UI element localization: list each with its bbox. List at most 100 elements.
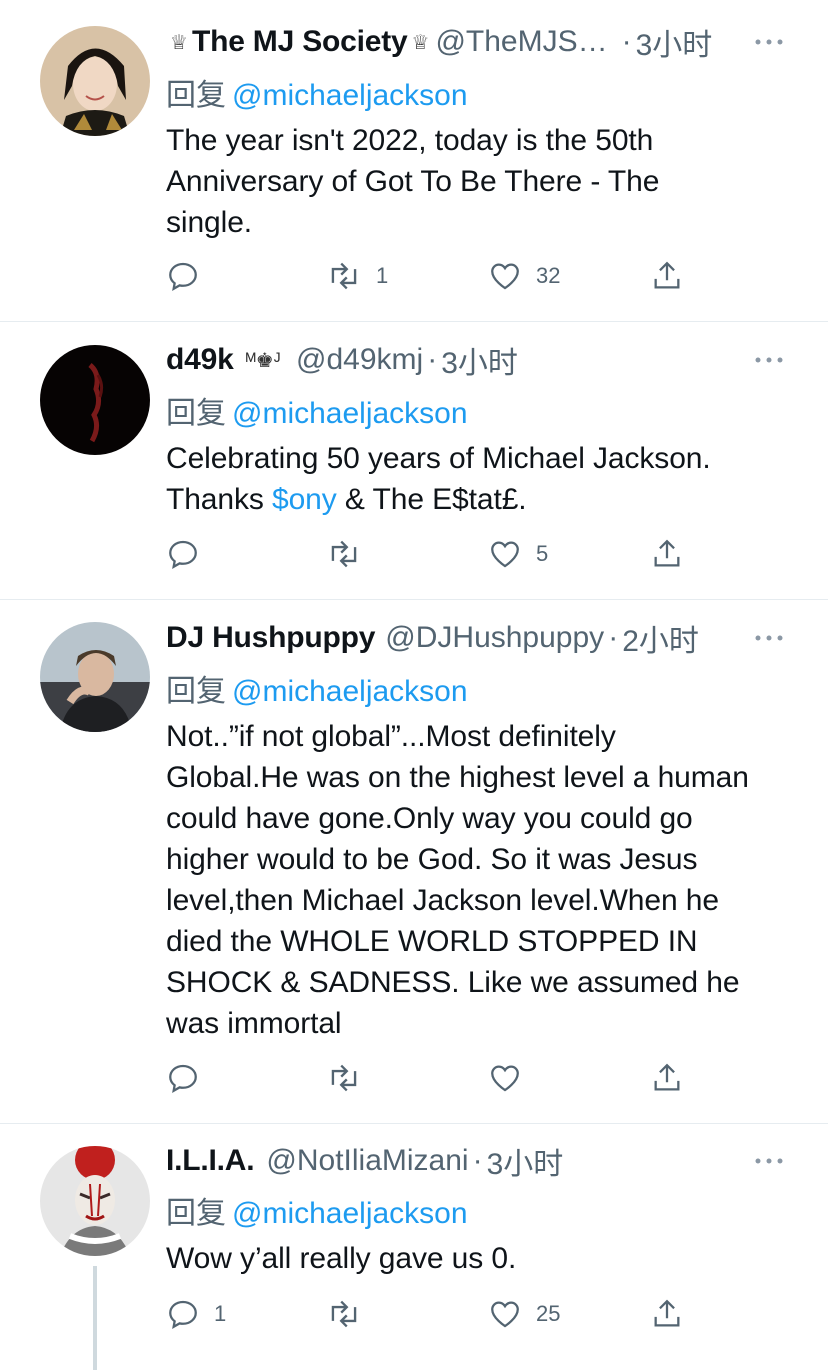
replying-to: 回复 @michaeljackson [166,70,468,114]
more-horizontal-icon[interactable] [754,32,784,52]
mention-link[interactable]: @michaeljackson [232,397,468,430]
avatar[interactable] [40,345,150,455]
share-icon [654,261,680,289]
share-button[interactable] [650,1058,684,1098]
tweet-text-line: The year isn't 2022, today is the 50th [166,124,654,157]
display-name[interactable]: d49k [166,343,234,377]
avatar[interactable] [40,26,150,136]
tweet[interactable]: ♕ The MJ Society ♕ @TheMJS… · 3小时 回复 @mic… [0,0,828,322]
tweet-text-line: Thanks $ony & The E$tat£. [166,479,796,520]
tweet-text-line: level,then Michael Jackson level.When he [166,884,719,917]
text-fragment: Thanks [166,483,273,516]
timestamp[interactable]: 2小时 [622,618,699,658]
crown-badge-right: ᴹ♚ᴶ [245,349,281,372]
retweet-icon [331,540,357,568]
display-name[interactable]: DJ Hushpuppy [166,621,375,655]
tweet[interactable]: I.L.I.A. @NotIliaMizani · 3小时 回复 @michael… [0,1124,828,1370]
retweet-count: 1 [376,263,389,288]
retweet-icon [331,1064,357,1092]
cashtag-link[interactable]: $ony [272,483,337,516]
like-button[interactable]: 25 [488,1294,560,1334]
separator-dot: · [621,25,632,58]
avatar[interactable] [40,622,150,732]
timestamp[interactable]: 3小时 [441,340,518,380]
user-handle[interactable]: @NotIliaMizani [266,1144,468,1178]
retweet-button[interactable] [326,1294,376,1334]
share-icon [654,1299,680,1327]
share-icon [654,539,680,567]
more-horizontal-icon[interactable] [754,1151,784,1171]
like-count: 5 [536,541,549,566]
share-icon [654,1063,680,1091]
reply-count: 1 [214,1301,227,1326]
reply-button[interactable] [166,256,214,296]
tweet-actions: 5 [166,534,706,574]
retweet-button[interactable] [326,1058,376,1098]
tweet-text-line: single. [166,206,253,239]
tweet-text-line: could have gone.Only way you could go [166,802,693,835]
more-horizontal-icon[interactable] [754,350,784,370]
tweet-text-line: higher would to be God. So it was Jesus [166,843,698,876]
separator-dot: · [472,1144,483,1177]
reply-icon [169,1300,197,1329]
more-horizontal-icon[interactable] [754,628,784,648]
reply-prefix: 回复 [166,397,226,430]
timestamp[interactable]: 3小时 [487,1141,564,1181]
share-button[interactable] [650,1294,684,1334]
replying-to: 回复 @michaeljackson [166,1188,468,1232]
tweet-header: DJ Hushpuppy @DJHushpuppy · 2小时 [166,618,768,658]
user-handle[interactable]: @d49kmj [296,343,423,377]
thread-connector [93,1266,97,1370]
like-button[interactable]: 32 [488,256,560,296]
reply-button[interactable]: 1 [166,1294,226,1334]
crown-badge-right: ♕ [411,31,430,54]
tweet-actions [166,1058,706,1098]
reply-icon [169,262,197,291]
tweet-header: I.L.I.A. @NotIliaMizani · 3小时 [166,1141,768,1181]
tweet-text-line: Not..”if not global”...Most definitely [166,720,616,753]
share-button[interactable] [650,534,684,574]
heart-icon [491,263,519,290]
reply-icon [169,1064,197,1093]
display-name[interactable]: I.L.I.A. [166,1144,255,1178]
replying-to: 回复 @michaeljackson [166,388,468,432]
tweet-text: Celebrating 50 years of Michael Jackson.… [166,438,796,520]
retweet-button[interactable]: 1 [326,256,388,296]
like-count: 25 [536,1301,561,1326]
text-fragment: & The E$tat£. [336,483,527,516]
reply-prefix: 回复 [166,79,226,112]
reply-icon [169,540,197,569]
heart-icon [491,1301,519,1328]
user-handle[interactable]: @TheMJS… [435,25,607,59]
mention-link[interactable]: @michaeljackson [232,79,468,112]
tweet-actions: 1 25 [166,1294,706,1334]
replying-to: 回复 @michaeljackson [166,666,468,710]
tweet-text-line: died the WHOLE WORLD STOPPED IN [166,925,698,958]
reply-button[interactable] [166,1058,214,1098]
like-button[interactable]: 5 [488,534,548,574]
tweet[interactable]: d49k ᴹ♚ᴶ @d49kmj · 3小时 回复 @michaeljackson… [0,322,828,600]
share-button[interactable] [650,256,684,296]
tweet[interactable]: DJ Hushpuppy @DJHushpuppy · 2小时 回复 @micha… [0,600,828,1124]
tweet-text-line: Anniversary of Got To Be There - The [166,165,660,198]
timestamp[interactable]: 3小时 [636,22,713,62]
tweet-actions: 1 32 [166,256,706,296]
tweet-text-line: Global.He was on the highest level a hum… [166,761,749,794]
tweet-text-line: Celebrating 50 years of Michael Jackson. [166,442,711,475]
user-handle[interactable]: @DJHushpuppy [385,621,604,655]
tweet-text: The year isn't 2022, today is the 50th A… [166,120,796,243]
reply-button[interactable] [166,534,214,574]
tweet-text-line: SHOCK & SADNESS. Like we assumed he [166,966,740,999]
separator-dot: · [608,621,619,654]
tweet-text: Wow y’all really gave us 0. [166,1238,796,1279]
avatar[interactable] [40,1146,150,1256]
retweet-button[interactable] [326,534,376,574]
display-name[interactable]: The MJ Society [192,25,408,59]
retweet-icon [331,1300,357,1328]
tweet-text: Not..”if not global”...Most definitely G… [166,716,796,1044]
mention-link[interactable]: @michaeljackson [232,675,468,708]
tweet-text-line: was immortal [166,1007,342,1040]
mention-link[interactable]: @michaeljackson [232,1197,468,1230]
like-button[interactable] [488,1058,536,1098]
heart-icon [491,541,519,568]
